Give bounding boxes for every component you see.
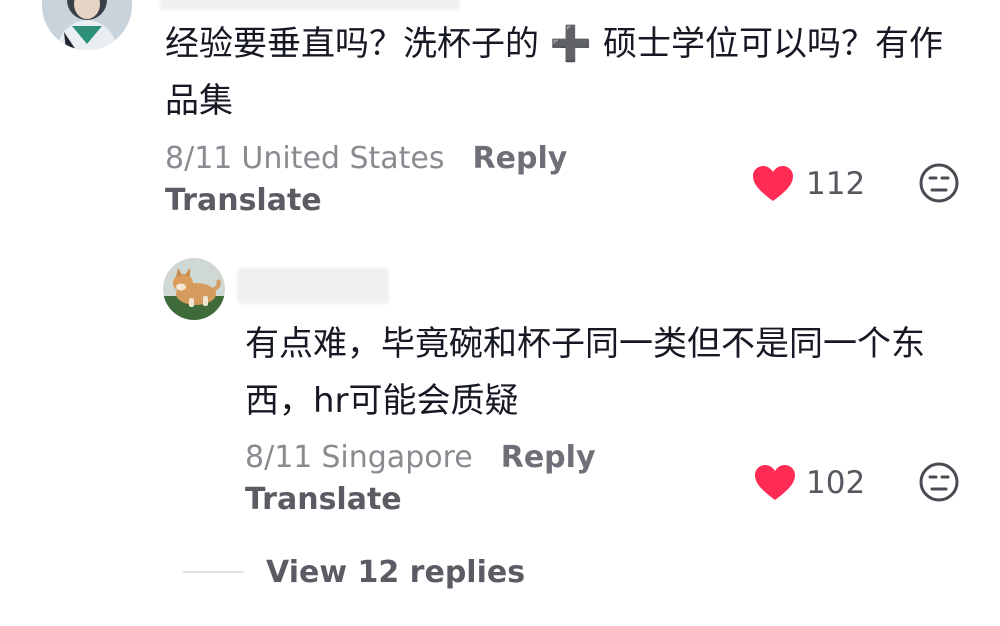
heart-icon bbox=[753, 166, 793, 201]
dislike-button[interactable] bbox=[918, 162, 960, 204]
dislike-button[interactable] bbox=[918, 461, 960, 503]
comment-text: 经验要垂直吗？洗杯子的 ➕ 硕士学位可以吗？有作 品集 bbox=[165, 24, 943, 121]
reply-location: Singapore bbox=[321, 439, 473, 475]
like-button[interactable]: 102 bbox=[754, 461, 865, 505]
comment-meta: 8/11 United States Reply bbox=[165, 138, 567, 178]
person-avatar-icon bbox=[42, 0, 132, 50]
view-replies-button[interactable]: View 12 replies bbox=[266, 555, 525, 590]
translate-button[interactable]: Translate bbox=[245, 482, 402, 517]
dislike-face-icon bbox=[919, 462, 959, 502]
reply-item: 有点难，毕竟碗和杯子同一类但不是同一个东 西，hr可能会质疑 8/11 Sing… bbox=[0, 250, 1000, 540]
reply-text: 有点难，毕竟碗和杯子同一类但不是同一个东 西，hr可能会质疑 bbox=[245, 324, 925, 421]
view-replies-row[interactable]: View 12 replies bbox=[183, 550, 525, 594]
comment-location: United States bbox=[241, 140, 445, 176]
username-blurred[interactable] bbox=[237, 268, 389, 304]
divider-line bbox=[183, 571, 244, 573]
like-count: 102 bbox=[806, 465, 866, 501]
comment-date: 8/11 bbox=[165, 140, 233, 176]
shiba-dog-avatar-icon bbox=[163, 258, 225, 320]
like-count: 112 bbox=[806, 166, 866, 202]
reply-button[interactable]: Reply bbox=[473, 141, 568, 176]
translate-button[interactable]: Translate bbox=[165, 183, 322, 218]
commenter-avatar[interactable] bbox=[42, 0, 132, 50]
username-blurred[interactable] bbox=[160, 0, 460, 10]
comment-item: 经验要垂直吗？洗杯子的 ➕ 硕士学位可以吗？有作 品集 8/11 United … bbox=[0, 0, 1000, 240]
like-button[interactable]: 112 bbox=[752, 162, 865, 206]
reply-date: 8/11 bbox=[245, 439, 313, 475]
replier-avatar[interactable] bbox=[163, 258, 225, 320]
heart-icon bbox=[755, 465, 795, 500]
reply-button[interactable]: Reply bbox=[501, 440, 596, 475]
reply-meta: 8/11 Singapore Reply bbox=[245, 437, 596, 477]
dislike-face-icon bbox=[919, 163, 959, 203]
